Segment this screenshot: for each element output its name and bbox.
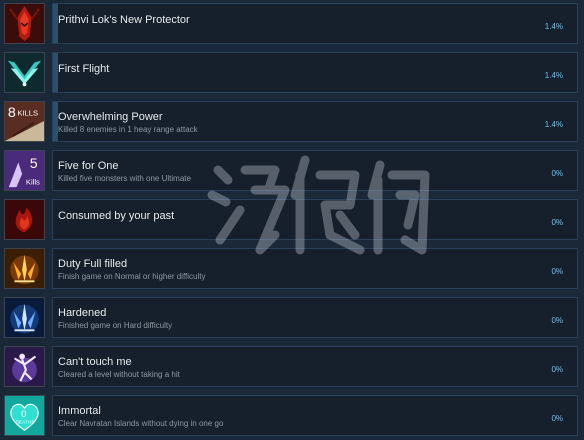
- achievement-row[interactable]: Consumed by your past 0%: [0, 196, 584, 242]
- red-flame-icon: [4, 199, 45, 240]
- achievement-description: Cleared a level without taking a hit: [58, 370, 180, 379]
- svg-text:Kills: Kills: [26, 177, 40, 186]
- achievement-row[interactable]: 5 Kills Five for One Killed five monster…: [0, 147, 584, 193]
- achievement-row[interactable]: Prithvi Lok's New Protector 1.4%: [0, 0, 584, 46]
- achievement-description: Killed 8 enemies in 1 heay range attack: [58, 125, 198, 134]
- achievement-row[interactable]: 8 KILLS Overwhelming Power Killed 8 enem…: [0, 98, 584, 144]
- achievement-title: Consumed by your past: [58, 210, 175, 222]
- achievement-row[interactable]: Hardened Finished game on Hard difficult…: [0, 294, 584, 340]
- achievement-title: Prithvi Lok's New Protector: [58, 14, 190, 26]
- svg-text:DEATHS: DEATHS: [15, 420, 34, 426]
- achievement-title: Hardened: [58, 307, 107, 319]
- gold-crest-icon: [4, 248, 45, 289]
- achievement-card: Consumed by your past 0%: [52, 199, 578, 240]
- achievement-description: Finish game on Normal or higher difficul…: [58, 272, 206, 281]
- demon-mask-icon: [4, 3, 45, 44]
- blue-crest-icon: [4, 297, 45, 338]
- achievement-title: First Flight: [58, 63, 110, 75]
- achievement-row[interactable]: Can't touch me Cleared a level without t…: [0, 343, 584, 389]
- svg-text:KILLS: KILLS: [17, 108, 38, 117]
- achievement-card: Hardened Finished game on Hard difficult…: [52, 297, 578, 338]
- achievement-title: Five for One: [58, 160, 119, 172]
- achievement-card: Prithvi Lok's New Protector 1.4%: [52, 3, 578, 44]
- five-kills-icon: 5 Kills: [4, 150, 45, 191]
- achievement-row[interactable]: First Flight 1.4%: [0, 49, 584, 95]
- unlock-percent: 0%: [551, 414, 563, 423]
- unlock-percent: 0%: [551, 218, 563, 227]
- achievement-card: Five for One Killed five monsters with o…: [52, 150, 578, 191]
- wings-icon: [4, 52, 45, 93]
- achievement-card: Duty Full filled Finish game on Normal o…: [52, 248, 578, 289]
- svg-text:8: 8: [8, 105, 16, 121]
- achievement-title: Can't touch me: [58, 356, 132, 368]
- achievement-title: Overwhelming Power: [58, 111, 163, 123]
- achievement-row[interactable]: 0 DEATHS Immortal Clear Navratan Islands…: [0, 392, 584, 438]
- achievement-description: Finished game on Hard difficulty: [58, 321, 173, 330]
- unlock-percent: 0%: [551, 316, 563, 325]
- achievement-card: Immortal Clear Navratan Islands without …: [52, 395, 578, 436]
- unlock-percent: 0%: [551, 365, 563, 374]
- eight-kills-icon: 8 KILLS: [4, 101, 45, 142]
- svg-text:0: 0: [21, 409, 26, 420]
- heart-deaths-icon: 0 DEATHS: [4, 395, 45, 436]
- unlock-percent: 1.4%: [544, 120, 563, 129]
- unlock-percent: 1.4%: [544, 22, 563, 31]
- unlock-percent: 1.4%: [544, 71, 563, 80]
- unlock-percent: 0%: [551, 267, 563, 276]
- svg-text:5: 5: [30, 156, 38, 172]
- achievement-row[interactable]: Duty Full filled Finish game on Normal o…: [0, 245, 584, 291]
- achievement-description: Killed five monsters with one Ultimate: [58, 174, 191, 183]
- unlock-percent: 0%: [551, 169, 563, 178]
- achievement-title: Duty Full filled: [58, 258, 128, 270]
- achievement-card: Overwhelming Power Killed 8 enemies in 1…: [52, 101, 578, 142]
- achievement-description: Clear Navratan Islands without dying in …: [58, 419, 224, 428]
- achievement-card: Can't touch me Cleared a level without t…: [52, 346, 578, 387]
- dancer-icon: [4, 346, 45, 387]
- achievement-card: First Flight 1.4%: [52, 52, 578, 93]
- achievement-title: Immortal: [58, 405, 101, 417]
